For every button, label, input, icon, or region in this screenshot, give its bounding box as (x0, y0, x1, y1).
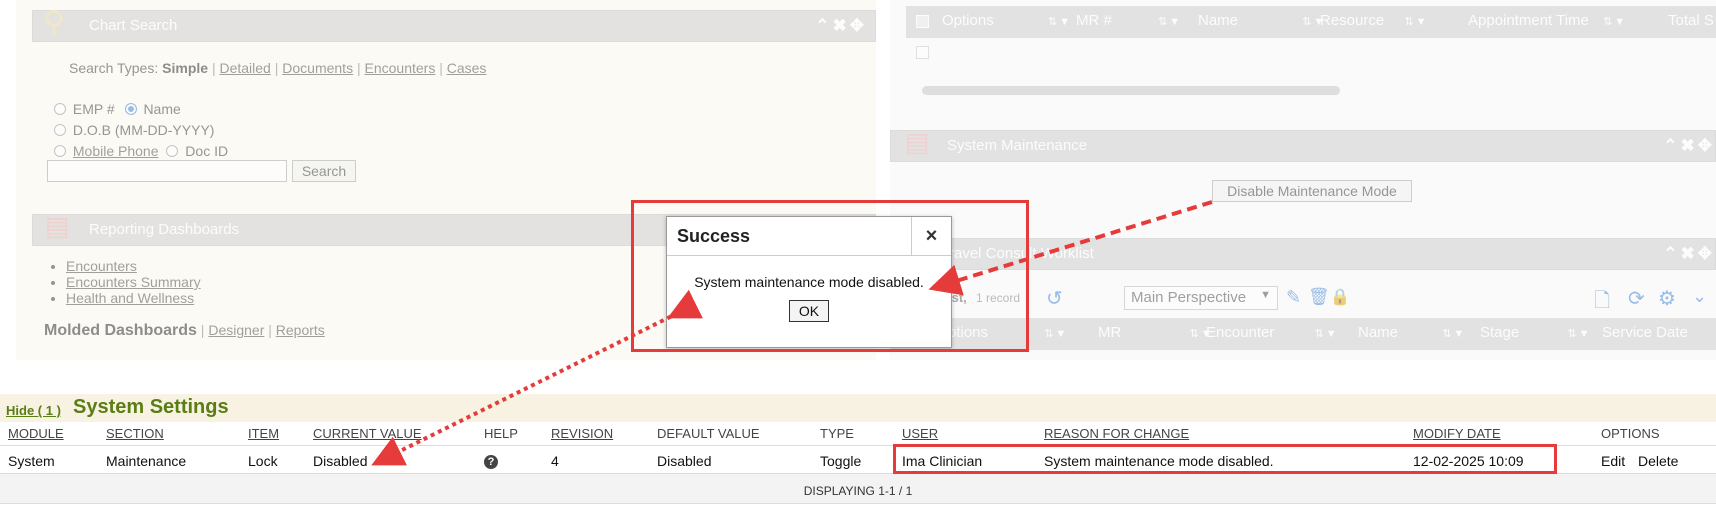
cell-item: Lock (248, 453, 278, 469)
report-link-encounters-summary[interactable]: Encounters Summary (66, 274, 201, 290)
search-type-documents[interactable]: Documents (282, 60, 353, 76)
magnifier-icon: ⚲ (43, 6, 65, 39)
emp-radio[interactable] (54, 103, 66, 115)
header-current-value[interactable]: CURRENT VALUE (313, 426, 422, 441)
search-type-simple[interactable]: Simple (162, 60, 208, 76)
settings-title: System Settings (73, 396, 229, 418)
top-grid-scrollbar[interactable] (922, 86, 1340, 95)
cell-module: System (8, 453, 55, 469)
reports-link[interactable]: Reports (276, 322, 325, 338)
header-reason-for-change[interactable]: REASON FOR CHANGE (1044, 426, 1189, 441)
portlet-controls[interactable]: ⌃✖✥ (815, 16, 867, 36)
wl-col-mr[interactable]: MR ⇅▼ (1098, 324, 1214, 341)
help-icon[interactable]: ? (484, 455, 498, 469)
wl-col-stage[interactable]: Stage ⇅▼ (1480, 324, 1591, 341)
molded-dashboards-label: Molded Dashboards (44, 322, 197, 339)
wl-col-service-date[interactable]: Service Date (1602, 324, 1688, 341)
name-radio[interactable] (124, 103, 137, 115)
docid-radio[interactable] (166, 145, 179, 157)
highlight-dialog (631, 200, 1029, 352)
header-options: OPTIONS (1601, 426, 1660, 441)
top-col-total[interactable]: Total S (1668, 12, 1714, 29)
disable-maintenance-button[interactable]: Disable Maintenance Mode (1212, 180, 1412, 202)
search-input[interactable] (47, 160, 287, 182)
cell-default-value: Disabled (657, 453, 712, 469)
chevron-down-icon[interactable]: ⌄ (1692, 286, 1707, 307)
edit-icon[interactable]: ✎ (1286, 287, 1301, 308)
delete-link[interactable]: Delete (1638, 453, 1678, 469)
dob-radio[interactable] (54, 124, 66, 136)
top-col-resource[interactable]: Resource ⇅▼ (1320, 12, 1428, 29)
cell-current-value: Disabled (313, 453, 368, 469)
hide-toggle[interactable]: Hide ( 1 ) (6, 403, 61, 418)
trash-icon[interactable]: 🗑 (1308, 287, 1330, 307)
search-options: EMP # Name D.O.B (MM-DD-YYYY) Mobile Pho… (54, 99, 228, 162)
wl-col-name[interactable]: Name ⇅▼ (1358, 324, 1466, 341)
header-modify-date[interactable]: MODIFY DATE (1413, 426, 1501, 441)
header-item[interactable]: ITEM (248, 426, 279, 441)
chart-search-title: Chart Search (89, 17, 178, 34)
top-col-name[interactable]: Name ⇅▼ (1198, 12, 1326, 29)
displaying-count: DISPLAYING 1-1 / 1 (803, 484, 913, 498)
dob-label: D.O.B (MM-DD-YYYY) (72, 122, 215, 138)
highlight-user-reason-date (893, 444, 1557, 474)
cell-type: Toggle (820, 453, 862, 469)
mobile-radio[interactable] (54, 145, 66, 157)
report-link-encounters[interactable]: Encounters (66, 258, 137, 274)
top-grid-row-checkbox[interactable] (916, 46, 929, 59)
search-types-row: Search Types: Simple | Detailed | Docume… (69, 60, 487, 76)
search-type-cases[interactable]: Cases (447, 60, 487, 76)
header-section[interactable]: SECTION (106, 426, 164, 441)
search-type-encounters[interactable]: Encounters (365, 60, 436, 76)
top-col-options[interactable]: Options ⇅▼ (942, 12, 1072, 29)
edit-link[interactable]: Edit (1601, 453, 1625, 469)
molded-dashboards-row: Molded Dashboards | Designer | Reports (44, 322, 325, 339)
dashboard-icon: ▤ (45, 211, 70, 241)
header-revision[interactable]: REVISION (551, 426, 613, 441)
undo-icon[interactable]: ↺ (1046, 286, 1063, 311)
perspective-select[interactable]: Main Perspective ▼ (1124, 286, 1278, 310)
gear-icon[interactable]: ⚙ (1658, 286, 1676, 311)
worklist-portlet-controls[interactable]: ⌃✖✥ (1663, 244, 1715, 264)
system-maintenance-header: ▤ System Maintenance ⌃✖✥ (890, 127, 1716, 162)
table-footer: DISPLAYING 1-1 / 1 (0, 474, 1716, 504)
top-grid-header: Options ⇅▼ MR # ⇅▼ Name ⇅▼ Resource ⇅▼ A… (906, 6, 1716, 38)
mobile-phone-label[interactable]: Mobile Phone (73, 143, 159, 159)
maintenance-portlet-controls[interactable]: ⌃✖✥ (1663, 136, 1715, 156)
lock-icon[interactable]: 🔒 (1330, 287, 1350, 307)
chart-search-header: ⚲ Chart Search ⌃✖✥ (32, 6, 876, 42)
top-col-appointment-time[interactable]: Appointment Time ⇅▼ (1468, 12, 1627, 29)
report-link-health-wellness[interactable]: Health and Wellness (66, 290, 194, 306)
reporting-dashboards-title: Reporting Dashboards (89, 221, 240, 238)
header-help: HELP (484, 426, 518, 441)
search-button[interactable]: Search (292, 160, 356, 182)
reporting-links: Encounters Encounters Summary Health and… (48, 258, 201, 306)
wl-col-encounter[interactable]: Encounter ⇅▼ (1206, 324, 1339, 341)
refresh-icon[interactable]: ⟳ (1628, 286, 1645, 311)
header-type: TYPE (820, 426, 854, 441)
search-types-label: Search Types: (69, 60, 159, 76)
emp-label: EMP # (72, 101, 115, 117)
header-default-value: DEFAULT VALUE (657, 426, 760, 441)
select-all-checkbox[interactable] (916, 15, 929, 28)
system-maintenance-title: System Maintenance (947, 137, 1088, 154)
header-user[interactable]: USER (902, 426, 938, 441)
settings-title-bar: Hide ( 1 ) System Settings (0, 394, 1716, 422)
docid-label: Doc ID (185, 143, 229, 159)
search-type-detailed[interactable]: Detailed (219, 60, 270, 76)
cell-section: Maintenance (106, 453, 187, 469)
name-label: Name (143, 101, 181, 117)
document-icon[interactable]: 🗋 (1594, 286, 1610, 320)
top-col-mr[interactable]: MR # ⇅▼ (1076, 12, 1182, 29)
header-module[interactable]: MODULE (8, 426, 64, 441)
designer-link[interactable]: Designer (208, 322, 264, 338)
maintenance-icon: ▤ (905, 127, 930, 157)
cell-revision: 4 (551, 453, 559, 469)
